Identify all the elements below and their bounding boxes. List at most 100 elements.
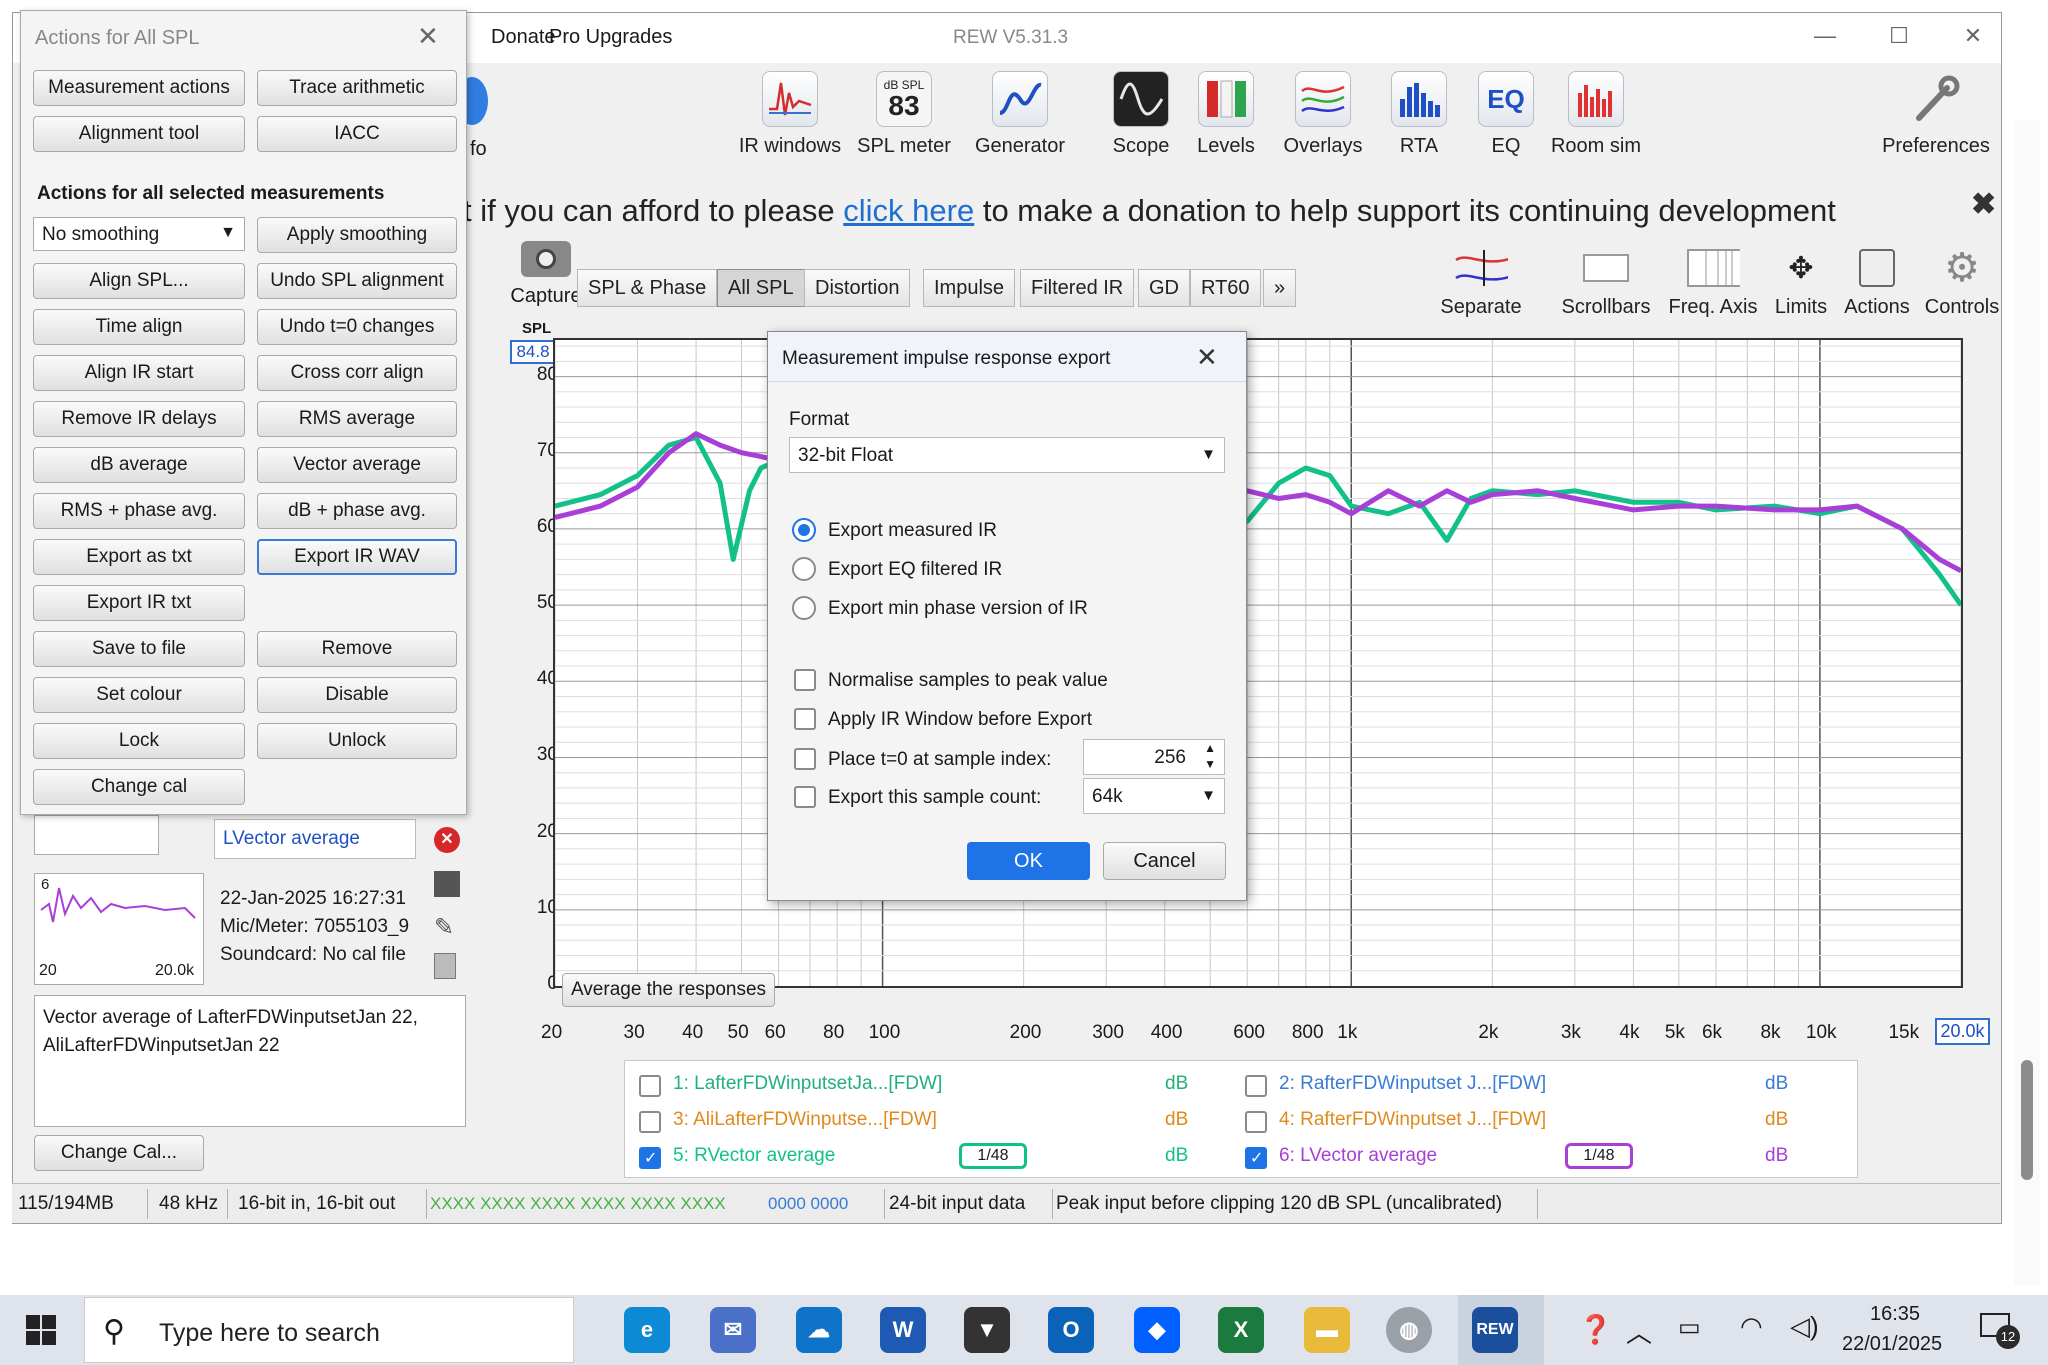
- unlock-button[interactable]: Unlock: [257, 723, 457, 759]
- rms-phase-avg-button[interactable]: RMS + phase avg.: [33, 493, 245, 529]
- onedrive-app-icon[interactable]: ☁: [796, 1307, 842, 1353]
- radio-export-eq-filtered[interactable]: [792, 557, 816, 581]
- rew-app-icon[interactable]: REW: [1472, 1307, 1518, 1353]
- file-explorer-icon[interactable]: ▬: [1304, 1307, 1350, 1353]
- close-banner-icon[interactable]: ✖: [1971, 187, 1996, 222]
- legend-checkbox[interactable]: [639, 1075, 661, 1097]
- rms-average-button[interactable]: RMS average: [257, 401, 457, 437]
- menu-pro-upgrades[interactable]: Pro Upgrades: [549, 26, 672, 49]
- toolbar-room-sim[interactable]: Room sim: [1541, 71, 1651, 158]
- wifi-icon[interactable]: ◠: [1740, 1311, 1763, 1342]
- tool-scrollbars[interactable]: Scrollbars: [1551, 248, 1661, 319]
- notes-icon[interactable]: [434, 953, 456, 979]
- spl-graph[interactable]: [553, 338, 1964, 988]
- legend-checkbox[interactable]: ✓: [1245, 1147, 1267, 1169]
- excel-app-icon[interactable]: X: [1218, 1307, 1264, 1353]
- smoothing-select[interactable]: No smoothing ▼: [33, 217, 245, 251]
- cancel-button[interactable]: Cancel: [1103, 842, 1226, 880]
- ok-button[interactable]: OK: [967, 842, 1090, 880]
- tab-gd[interactable]: GD: [1138, 269, 1190, 307]
- radio-export-measured[interactable]: [792, 518, 816, 542]
- checkbox-apply-window[interactable]: [794, 708, 816, 730]
- toolbar-preferences[interactable]: Preferences: [1871, 71, 2001, 158]
- toolbar-ir-windows[interactable]: IR windows: [735, 71, 845, 158]
- lock-button[interactable]: Lock: [33, 723, 245, 759]
- tab-distortion[interactable]: Distortion: [804, 269, 911, 307]
- export-ir-wav-button[interactable]: Export IR WAV: [257, 539, 457, 575]
- taskbar-date[interactable]: 22/01/2025: [1842, 1333, 1942, 1356]
- tool-separate[interactable]: Separate: [1431, 248, 1531, 319]
- legend-checkbox[interactable]: [639, 1111, 661, 1133]
- pencil-icon[interactable]: ✎: [434, 913, 460, 941]
- dsp-app-icon[interactable]: ◍: [1386, 1307, 1432, 1353]
- time-align-button[interactable]: Time align: [33, 309, 245, 345]
- legend-checkbox[interactable]: ✓: [639, 1147, 661, 1169]
- taskbar-time[interactable]: 16:35: [1870, 1303, 1920, 1326]
- measurement-notes[interactable]: Vector average of LafterFDWinputsetJan 2…: [34, 995, 466, 1127]
- windows-start-icon[interactable]: [26, 1315, 56, 1345]
- notifications-icon[interactable]: 12: [1980, 1313, 2020, 1349]
- chevron-up-icon[interactable]: ︿: [1626, 1313, 1652, 1350]
- help-icon[interactable]: ❓: [1578, 1313, 1613, 1346]
- remove-button[interactable]: Remove: [257, 631, 457, 667]
- sample-index-spinner[interactable]: 256 ▲ ▼: [1083, 739, 1225, 775]
- change-cal-button[interactable]: Change cal: [33, 769, 245, 805]
- disable-button[interactable]: Disable: [257, 677, 457, 713]
- cross-corr-align-button[interactable]: Cross corr align: [257, 355, 457, 391]
- save-to-file-button[interactable]: Save to file: [33, 631, 245, 667]
- tab-spl-phase[interactable]: SPL & Phase: [577, 269, 718, 307]
- edge-app-icon[interactable]: e: [624, 1307, 670, 1353]
- alignment-tool-button[interactable]: Alignment tool: [33, 116, 245, 152]
- apply-smoothing-button[interactable]: Apply smoothing: [257, 217, 457, 253]
- remove-ir-delays-button[interactable]: Remove IR delays: [33, 401, 245, 437]
- battery-icon[interactable]: ▭: [1678, 1313, 1701, 1342]
- legend-label[interactable]: 6: LVector average: [1279, 1145, 1437, 1167]
- legend-label[interactable]: 2: RafterFDWinputset J...[FDW]: [1279, 1073, 1546, 1095]
- legend-label[interactable]: 1: LafterFDWinputsetJa...[FDW]: [673, 1073, 942, 1095]
- toolbar-overlays[interactable]: Overlays: [1268, 71, 1378, 158]
- menu-donate[interactable]: Donate: [491, 26, 556, 49]
- toolbar-spl-meter[interactable]: dB SPL 83 SPL meter: [849, 71, 959, 158]
- legend-label[interactable]: 3: AliLafterFDWinputse...[FDW]: [673, 1109, 937, 1131]
- minimize-icon[interactable]: —: [1805, 23, 1845, 53]
- checkbox-sample-count[interactable]: [794, 786, 816, 808]
- tab-rt60[interactable]: RT60: [1190, 269, 1261, 307]
- outlook-app-icon[interactable]: O: [1048, 1307, 1094, 1353]
- trace-arithmetic-button[interactable]: Trace arithmetic: [257, 70, 457, 106]
- legend-label[interactable]: 4: RafterFDWinputset J...[FDW]: [1279, 1109, 1546, 1131]
- tab-impulse[interactable]: Impulse: [923, 269, 1016, 307]
- radio-export-min-phase[interactable]: [792, 596, 816, 620]
- undo-t-0-changes-button[interactable]: Undo t=0 changes: [257, 309, 457, 345]
- align-spl-button[interactable]: Align SPL...: [33, 263, 245, 299]
- undo-spl-alignment-button[interactable]: Undo SPL alignment: [257, 263, 457, 299]
- word-app-icon[interactable]: W: [880, 1307, 926, 1353]
- format-select[interactable]: 32-bit Float ▼: [789, 437, 1225, 473]
- checkbox-normalise[interactable]: [794, 669, 816, 691]
- tab-more[interactable]: »: [1263, 269, 1297, 307]
- dropbox-app-icon[interactable]: ◆: [1134, 1307, 1180, 1353]
- taskbar-search-box[interactable]: ⚲ Type here to search: [84, 1297, 574, 1363]
- volume-icon[interactable]: ◁): [1790, 1311, 1819, 1342]
- checkbox-place-t0[interactable]: [794, 748, 816, 770]
- scrollbar-thumb[interactable]: [2021, 1060, 2033, 1180]
- tab-all-spl[interactable]: All SPL: [717, 269, 805, 307]
- smoothing-badge[interactable]: 1/48: [1565, 1143, 1633, 1169]
- tool-limits[interactable]: ✥ Limits: [1765, 248, 1837, 319]
- measurement-actions-button[interactable]: Measurement actions: [33, 70, 245, 106]
- export-ir-txt-button[interactable]: Export IR txt: [33, 585, 245, 621]
- close-panel-icon[interactable]: ✕: [417, 21, 439, 52]
- sample-count-select[interactable]: 64k ▼: [1083, 778, 1225, 814]
- delete-icon[interactable]: ✕: [434, 827, 460, 853]
- measurement-name[interactable]: LVector average: [214, 819, 416, 859]
- average-responses-button[interactable]: Average the responses: [562, 973, 775, 1007]
- calibration-icon[interactable]: [434, 871, 460, 897]
- legend-checkbox[interactable]: [1245, 1111, 1267, 1133]
- tab-filtered-ir[interactable]: Filtered IR: [1020, 269, 1135, 307]
- toolbar-levels[interactable]: Levels: [1171, 71, 1281, 158]
- tool-controls[interactable]: ⚙ Controls: [1919, 246, 2005, 319]
- export-as-txt-button[interactable]: Export as txt: [33, 539, 245, 575]
- smoothing-badge[interactable]: 1/48: [959, 1143, 1027, 1169]
- legend-label[interactable]: 5: RVector average: [673, 1145, 835, 1167]
- tool-actions[interactable]: Actions: [1836, 248, 1918, 319]
- x-right-limit[interactable]: 20.0k: [1935, 1018, 1990, 1045]
